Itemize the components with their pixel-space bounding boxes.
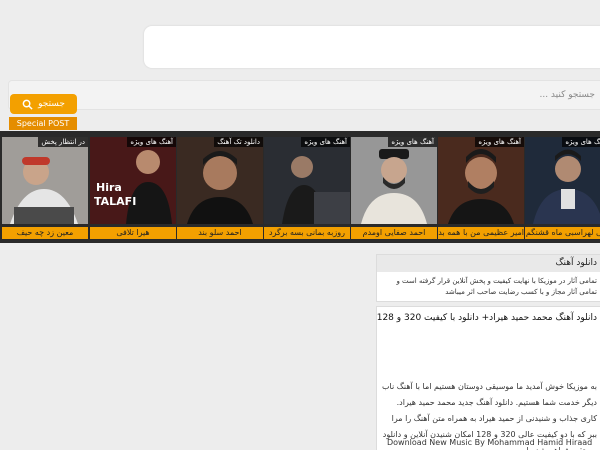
slider-card-badge: دانلود تک آهنگ [214, 137, 263, 147]
slider-card-image [177, 137, 263, 224]
article-english-text: Download New Music By Mohammad Hamid Hir… [387, 438, 593, 447]
download-panel-text: تمامی آثار در موزیکا با نهایت کیفیت و پخ… [396, 277, 597, 296]
slider-card-image [438, 137, 524, 224]
slider-card-title[interactable]: علی لهراسبی ماه قشنگم [525, 227, 600, 239]
search-button-label: جستجو [38, 99, 65, 109]
slider-card[interactable]: آهنگ های ویژه امیر عظیمی من با همه بدم [438, 137, 524, 241]
download-info-panel: دانلود آهنگ تمامی آثار در موزیکا با نهای… [376, 254, 600, 302]
slider-card[interactable]: Hira TALAFI آهنگ های ویژه هیرا تلافی [90, 137, 176, 241]
download-panel-title: دانلود آهنگ [377, 255, 600, 272]
slider-card[interactable]: آهنگ های ویژه احمد صفایی اومدم [351, 137, 437, 241]
slider-card-title[interactable]: احمد صفایی اومدم [351, 227, 437, 239]
article-card: دانلود آهنگ محمد حمید هیراد+ دانلود با ک… [376, 306, 600, 450]
slider-card-title[interactable]: معین زد چه حیف [2, 227, 88, 239]
slider-card-title[interactable]: احمد سلو بند [177, 227, 263, 239]
search-button[interactable]: جستجو [10, 94, 77, 114]
slider-card[interactable]: آهنگ های ویژه روزبه بمانی بسه برگرد [264, 137, 350, 241]
slider-card-title[interactable]: هیرا تلافی [90, 227, 176, 239]
slider-card-badge: آهنگ های ویژه [475, 137, 524, 147]
slider-card-badge: آهنگ های ویژه [562, 137, 600, 147]
slider-card-badge: آهنگ های ویژه [388, 137, 437, 147]
slider-card-badge: در انتظار پخش [38, 137, 88, 147]
header-banner [144, 26, 600, 68]
slider-card-image [351, 137, 437, 224]
article-title[interactable]: دانلود آهنگ محمد حمید هیراد+ دانلود با ک… [377, 313, 597, 323]
slider-card-title[interactable]: امیر عظیمی من با همه بدم [438, 227, 524, 239]
slider-card-badge: آهنگ های ویژه [301, 137, 350, 147]
slider-card-image [264, 137, 350, 224]
slider-card-title[interactable]: روزبه بمانی بسه برگرد [264, 227, 350, 239]
slider-card[interactable]: آهنگ های ویژه علی لهراسبی ماه قشنگم [525, 137, 600, 241]
search-input[interactable] [95, 86, 595, 104]
special-post-tab[interactable]: Special POST [9, 117, 77, 130]
search-icon [22, 99, 33, 110]
slider-card-image [2, 137, 88, 224]
slider-card-image [525, 137, 600, 224]
slider-card[interactable]: دانلود تک آهنگ احمد سلو بند [177, 137, 263, 241]
slider-card-image: Hira TALAFI [90, 137, 176, 224]
svg-text:Hira: Hira [96, 181, 122, 194]
slider-card[interactable]: در انتظار پخش معین زد چه حیف [2, 137, 88, 241]
svg-text:TALAFI: TALAFI [94, 195, 136, 208]
slider-card-badge: آهنگ های ویژه [127, 137, 176, 147]
